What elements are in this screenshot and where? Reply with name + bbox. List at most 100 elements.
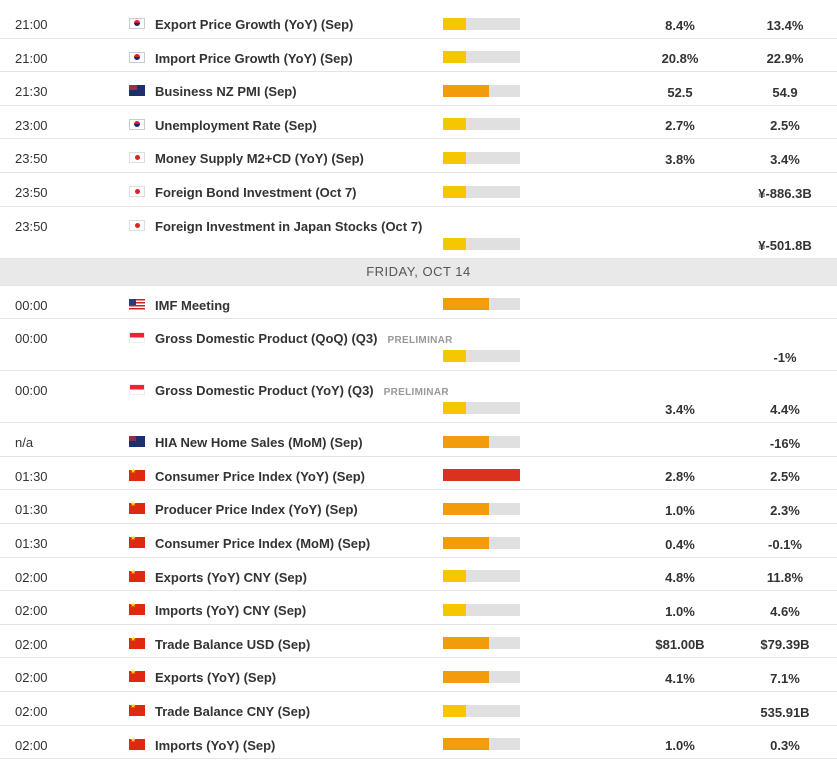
event-row[interactable]: 02:00 Imports (YoY) CNY (Sep) 1.0% 4.6% <box>0 591 837 625</box>
event-row[interactable]: 01:30 Consumer Price Index (YoY) (Sep) 2.8… <box>0 457 837 491</box>
event-row[interactable]: 02:00 Exports (YoY) CNY (Sep) 4.8% 11.8% <box>0 558 837 592</box>
impact-bar <box>443 637 520 650</box>
impact-bar <box>443 469 520 482</box>
impact-bar <box>443 118 520 131</box>
event-row[interactable]: 23:50 Foreign Bond Investment (Oct 7) ¥-88… <box>0 173 837 207</box>
actual-value: 4.8% <box>665 570 695 586</box>
previous-value: ¥-501.8B <box>758 237 812 253</box>
event-name[interactable]: Consumer Price Index (MoM) (Sep) <box>155 536 370 551</box>
event-time: 23:50 <box>15 151 48 167</box>
event-time: 23:00 <box>15 117 48 133</box>
event-time: n/a <box>15 435 34 451</box>
event-name[interactable]: Exports (YoY) (Sep) <box>155 670 276 685</box>
country-flag-icon <box>129 467 145 481</box>
event-time: 02:00 <box>15 737 48 753</box>
event-name[interactable]: Exports (YoY) CNY (Sep) <box>155 570 307 585</box>
event-row[interactable]: 00:00 IMF Meeting <box>0 286 837 320</box>
actual-value: 0.4% <box>665 536 695 552</box>
event-name[interactable]: IMF Meeting <box>155 298 230 313</box>
event-row[interactable]: 00:00 Gross Domestic Product (QoQ) (Q3) PR… <box>0 319 837 372</box>
event-name[interactable]: Foreign Bond Investment (Oct 7) <box>155 185 357 200</box>
country-flag-icon <box>129 635 145 649</box>
country-flag-icon <box>129 185 145 197</box>
economic-calendar-table: 21:00 Export Price Growth (YoY) (Sep) 8.4%… <box>0 5 837 760</box>
event-name[interactable]: Trade Balance CNY (Sep) <box>155 704 310 719</box>
impact-fill-low <box>443 17 466 30</box>
actual-value: 3.8% <box>665 151 695 167</box>
event-time: 21:00 <box>15 17 48 32</box>
event-name-text: Trade Balance USD (Sep) <box>155 636 311 652</box>
event-name-text: Imports (YoY) CNY (Sep) <box>155 603 307 619</box>
event-row[interactable]: 02:00 Imports (YoY) (Sep) 1.0% 0.3% <box>0 726 837 760</box>
event-name[interactable]: Consumer Price Index (YoY) (Sep) <box>155 469 365 484</box>
impact-bar <box>443 51 520 64</box>
event-name[interactable]: Gross Domestic Product (QoQ) (Q3) PRELIMI… <box>155 331 453 346</box>
event-name[interactable]: Imports (YoY) (Sep) <box>155 738 275 753</box>
previous-value: 54.9 <box>772 84 798 100</box>
event-row[interactable]: 02:00 Trade Balance USD (Sep) $81.00B $79.3… <box>0 625 837 659</box>
event-name[interactable]: Business NZ PMI (Sep) <box>155 84 297 99</box>
event-row[interactable]: 00:00 Gross Domestic Product (YoY) (Q3) PR… <box>0 371 837 424</box>
event-row[interactable]: 01:30 Producer Price Index (YoY) (Sep) 1.0… <box>0 490 837 524</box>
event-name[interactable]: HIA New Home Sales (MoM) (Sep) <box>155 435 363 450</box>
event-row[interactable]: 01:30 Consumer Price Index (MoM) (Sep) 0.4… <box>0 524 837 558</box>
event-row[interactable]: 02:00 Trade Balance CNY (Sep) 535.91B <box>0 692 837 726</box>
event-row[interactable]: 21:30 Business NZ PMI (Sep) 52.5 54.9 <box>0 72 837 106</box>
previous-value: 2.5% <box>770 118 800 134</box>
impact-fill-low <box>443 185 466 198</box>
impact-fill-low <box>443 704 466 717</box>
event-time: 23:50 <box>15 184 48 200</box>
event-name[interactable]: Foreign Investment in Japan Stocks (Oct … <box>155 219 422 234</box>
event-name[interactable]: Money Supply M2+CD (YoY) (Sep) <box>155 151 364 166</box>
previous-value: 4.6% <box>770 603 800 619</box>
impact-fill-low <box>443 402 466 415</box>
event-name-text: Export Price Growth (YoY) (Sep) <box>155 17 354 32</box>
event-row[interactable]: 23:50 Money Supply M2+CD (YoY) (Sep) 3.8% 3… <box>0 139 837 173</box>
impact-bar <box>443 84 520 97</box>
impact-fill-low <box>443 603 466 616</box>
impact-bar <box>443 237 520 250</box>
event-time: 21:30 <box>15 84 48 100</box>
event-name[interactable]: Export Price Growth (YoY) (Sep) <box>155 17 353 32</box>
event-name-text: Exports (YoY) (Sep) <box>155 670 277 686</box>
day-header: FRIDAY, OCT 14 <box>0 258 837 286</box>
event-name[interactable]: Producer Price Index (YoY) (Sep) <box>155 502 358 517</box>
previous-value: 3.4% <box>770 151 800 167</box>
event-name[interactable]: Imports (YoY) CNY (Sep) <box>155 603 306 618</box>
event-name-text: Exports (YoY) CNY (Sep) <box>155 569 307 585</box>
impact-bar <box>443 603 520 616</box>
event-row[interactable]: 02:00 Exports (YoY) (Sep) 4.1% 7.1% <box>0 658 837 692</box>
impact-bar <box>443 151 520 164</box>
event-row[interactable]: 23:00 Unemployment Rate (Sep) 2.7% 2.5% <box>0 106 837 140</box>
event-row[interactable]: 21:00 Import Price Growth (YoY) (Sep) 20.8… <box>0 39 837 73</box>
event-name[interactable]: Trade Balance USD (Sep) <box>155 637 310 652</box>
event-name[interactable]: Import Price Growth (YoY) (Sep) <box>155 51 353 66</box>
actual-value: 1.0% <box>665 738 695 754</box>
previous-value: 2.5% <box>770 469 800 485</box>
event-name[interactable]: Gross Domestic Product (YoY) (Q3) PRELIMI… <box>155 383 449 398</box>
impact-bar <box>443 570 520 583</box>
event-time: 00:00 <box>15 331 48 347</box>
event-name-text: IMF Meeting <box>155 297 231 313</box>
impact-bar <box>443 738 520 751</box>
event-row[interactable]: n/a HIA New Home Sales (MoM) (Sep) -16% <box>0 423 837 457</box>
impact-bar <box>443 298 520 311</box>
event-row[interactable]: 21:00 Export Price Growth (YoY) (Sep) 8.4%… <box>0 5 837 39</box>
event-time: 01:30 <box>15 535 48 551</box>
event-name-text: Money Supply M2+CD (YoY) (Sep) <box>155 151 364 167</box>
impact-bar <box>443 502 520 515</box>
event-time: 21:00 <box>15 50 48 66</box>
event-name[interactable]: Unemployment Rate (Sep) <box>155 118 317 133</box>
impact-bar <box>443 435 520 448</box>
previous-value: $79.39B <box>760 637 810 653</box>
country-flag-icon <box>129 601 145 616</box>
event-row[interactable]: 23:50 Foreign Investment in Japan Stocks … <box>0 207 837 259</box>
event-name-text: Foreign Bond Investment (Oct 7) <box>155 184 357 200</box>
previous-value: -0.1% <box>768 536 802 552</box>
previous-value: ¥-886.3B <box>758 185 812 201</box>
country-flag-icon <box>129 668 145 683</box>
country-flag-icon <box>129 152 145 164</box>
event-name-text: Imports (YoY) (Sep) <box>155 737 276 753</box>
actual-value: 2.8% <box>665 469 695 485</box>
event-time: 01:30 <box>15 468 48 484</box>
